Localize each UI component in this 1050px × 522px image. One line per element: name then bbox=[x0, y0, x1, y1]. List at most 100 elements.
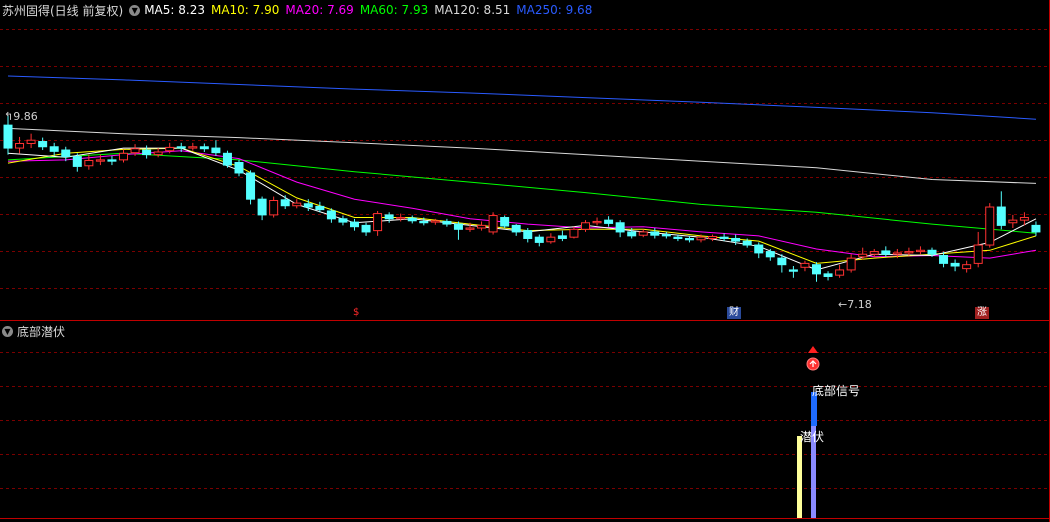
stock-title[interactable]: 苏州固得(日线 前复权) bbox=[2, 2, 123, 19]
candle-down[interactable] bbox=[684, 237, 694, 241]
indicator-name[interactable]: 底部潜伏 bbox=[17, 323, 65, 340]
candle-down[interactable] bbox=[511, 224, 521, 233]
candle-up[interactable] bbox=[269, 199, 279, 216]
candle-down[interactable] bbox=[731, 237, 741, 242]
candle-up[interactable] bbox=[985, 206, 995, 246]
candle-down[interactable] bbox=[604, 219, 614, 224]
candle-up[interactable] bbox=[465, 227, 475, 230]
candle-up[interactable] bbox=[708, 236, 718, 239]
candle-up[interactable] bbox=[430, 220, 440, 223]
candle-up[interactable] bbox=[477, 224, 487, 229]
candle-down[interactable] bbox=[453, 223, 463, 230]
candle-up[interactable] bbox=[835, 269, 845, 276]
candle-down[interactable] bbox=[881, 250, 891, 255]
candle-down[interactable] bbox=[176, 146, 186, 149]
candle-up[interactable] bbox=[292, 202, 302, 207]
candle-down[interactable] bbox=[442, 220, 452, 225]
candle-down[interactable] bbox=[996, 206, 1006, 226]
candle-down[interactable] bbox=[3, 124, 13, 149]
candle-down[interactable] bbox=[777, 257, 787, 266]
candle-down[interactable] bbox=[234, 161, 244, 174]
candle-down[interactable] bbox=[303, 203, 313, 208]
candle-down[interactable] bbox=[742, 240, 752, 246]
ma-legend-item: MA20: 7.69 bbox=[285, 3, 354, 17]
candle-down[interactable] bbox=[627, 231, 637, 237]
candle-down[interactable] bbox=[615, 222, 625, 233]
candle-up[interactable] bbox=[165, 146, 175, 152]
event-tag-finance[interactable]: 财 bbox=[727, 307, 741, 319]
candle-down[interactable] bbox=[419, 220, 429, 224]
candle-up[interactable] bbox=[800, 262, 810, 268]
candle-down[interactable] bbox=[719, 236, 729, 239]
candle-up[interactable] bbox=[188, 146, 198, 149]
candle-up[interactable] bbox=[904, 251, 914, 254]
candle-down[interactable] bbox=[107, 159, 117, 162]
candle-up[interactable] bbox=[15, 142, 25, 149]
candle-up[interactable] bbox=[569, 228, 579, 238]
candle-down[interactable] bbox=[661, 234, 671, 237]
candle-up[interactable] bbox=[846, 257, 856, 271]
candle-down[interactable] bbox=[257, 198, 267, 216]
candle-up[interactable] bbox=[973, 244, 983, 264]
candle-up[interactable] bbox=[592, 220, 602, 224]
candle-down[interactable] bbox=[326, 210, 336, 220]
chevron-down-icon[interactable]: ▼ bbox=[2, 325, 13, 337]
ma60-line bbox=[7, 152, 1037, 234]
candle-down[interactable] bbox=[534, 236, 544, 243]
candle-up[interactable] bbox=[915, 249, 925, 253]
candle-down[interactable] bbox=[788, 269, 798, 272]
candle-down[interactable] bbox=[38, 141, 48, 148]
candle-up[interactable] bbox=[373, 213, 383, 232]
candle-up[interactable] bbox=[546, 236, 556, 243]
candle-up[interactable] bbox=[84, 160, 94, 167]
event-tag-limit-up[interactable]: 涨 bbox=[975, 307, 989, 319]
candle-up[interactable] bbox=[95, 159, 105, 162]
candle-down[interactable] bbox=[246, 172, 256, 200]
candle-up[interactable] bbox=[581, 222, 590, 230]
candle-up[interactable] bbox=[892, 252, 902, 255]
candle-up[interactable] bbox=[1008, 219, 1018, 224]
candle-down[interactable] bbox=[407, 217, 417, 222]
candle-down[interactable] bbox=[49, 146, 59, 152]
candle-up[interactable] bbox=[869, 251, 879, 255]
candle-down[interactable] bbox=[523, 230, 533, 239]
candle-up[interactable] bbox=[488, 215, 498, 233]
candle-down[interactable] bbox=[939, 255, 949, 264]
candle-down[interactable] bbox=[211, 147, 221, 154]
candle-down[interactable] bbox=[754, 244, 764, 254]
chart-canvas[interactable] bbox=[0, 0, 1050, 522]
candle-down[interactable] bbox=[72, 156, 82, 167]
candle-down[interactable] bbox=[384, 214, 394, 220]
candle-down[interactable] bbox=[315, 205, 325, 211]
event-tag-dividend[interactable]: $ bbox=[351, 307, 362, 319]
candle-up[interactable] bbox=[962, 264, 972, 270]
chevron-down-icon[interactable]: ▼ bbox=[129, 4, 141, 16]
candle-down[interactable] bbox=[280, 199, 290, 207]
candle-down[interactable] bbox=[673, 236, 683, 239]
candle-up[interactable] bbox=[1019, 217, 1029, 221]
candle-down[interactable] bbox=[765, 251, 775, 258]
candle-down[interactable] bbox=[142, 149, 152, 156]
candle-down[interactable] bbox=[1031, 224, 1041, 233]
candle-down[interactable] bbox=[950, 262, 960, 267]
candle-down[interactable] bbox=[338, 218, 348, 223]
candle-down[interactable] bbox=[650, 231, 660, 236]
candle-up[interactable] bbox=[396, 217, 406, 220]
candle-up[interactable] bbox=[130, 148, 140, 154]
candle-down[interactable] bbox=[927, 249, 937, 255]
candle-down[interactable] bbox=[500, 217, 510, 227]
candle-down[interactable] bbox=[222, 152, 232, 166]
candle-down[interactable] bbox=[361, 224, 371, 233]
candle-down[interactable] bbox=[61, 149, 71, 158]
candle-up[interactable] bbox=[638, 231, 648, 236]
candle-up[interactable] bbox=[858, 253, 868, 258]
candle-down[interactable] bbox=[823, 273, 833, 277]
candle-up[interactable] bbox=[696, 236, 706, 241]
candle-up[interactable] bbox=[153, 151, 163, 156]
candle-up[interactable] bbox=[26, 139, 36, 144]
candle-up[interactable] bbox=[119, 152, 128, 161]
candle-down[interactable] bbox=[199, 146, 209, 150]
candle-down[interactable] bbox=[350, 221, 359, 228]
candle-down[interactable] bbox=[557, 235, 567, 239]
candle-down[interactable] bbox=[812, 264, 821, 275]
